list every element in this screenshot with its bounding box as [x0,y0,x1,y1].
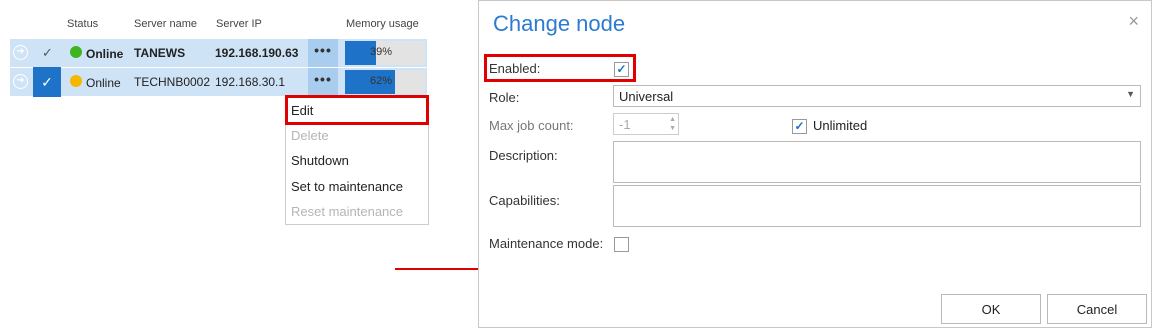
header-status[interactable]: Status [67,18,98,30]
table-row[interactable]: ➜ ✓ Online TECHNB0002 192.168.30.1 ••• 6… [10,67,427,97]
maintenance-mode-checkbox[interactable] [614,237,629,252]
description-field[interactable] [613,141,1141,183]
menu-item-reset-maintenance: Reset maintenance [291,204,404,219]
spinner-icon: ▲ ▼ [669,116,676,132]
max-job-count-value: -1 [619,117,631,132]
status-dot-icon [70,46,82,58]
change-node-dialog: Change node × Enabled: ✓ Role: Universal… [478,0,1152,328]
dialog-title: Change node [493,11,626,36]
row-checkbox[interactable]: ✓ [42,45,53,61]
max-job-count-label: Max job count: [489,118,574,133]
status-text: Online [86,76,121,90]
more-actions-button[interactable]: ••• [308,39,338,67]
cancel-button[interactable]: Cancel [1047,294,1147,324]
memory-usage-label: 62% [369,75,393,87]
edit-highlight-box [285,95,429,125]
server-ip: 192.168.30.1 [215,75,286,89]
server-name: TECHNB0002 [134,75,211,89]
role-select[interactable]: Universal ▼ [613,85,1141,107]
more-actions-button[interactable]: ••• [308,68,338,96]
memory-usage-bar: 62% [345,70,425,94]
menu-item-shutdown[interactable]: Shutdown [291,153,349,168]
row-expand-icon[interactable]: ➜ [13,74,28,89]
enabled-highlight-box [484,54,636,82]
chevron-down-icon: ▼ [1126,89,1135,99]
role-label: Role: [489,90,520,105]
ok-button[interactable]: OK [941,294,1041,324]
header-memory-usage[interactable]: Memory usage [346,18,419,30]
maintenance-mode-label: Maintenance mode: [489,236,604,251]
menu-item-delete: Delete [291,128,329,143]
capabilities-label: Capabilities: [489,193,560,208]
header-server-ip[interactable]: Server IP [216,18,262,30]
row-checkbox-selected[interactable]: ✓ [33,67,61,97]
table-row[interactable]: ➜ ✓ Online TANEWS 192.168.190.63 ••• 39% [10,39,427,67]
unlimited-label: Unlimited [813,118,868,133]
row-expand-icon[interactable]: ➜ [13,45,28,60]
server-ip: 192.168.190.63 [215,46,299,60]
description-label: Description: [489,148,558,163]
close-icon[interactable]: × [1128,11,1139,32]
capabilities-field[interactable] [613,185,1141,227]
role-value: Universal [619,89,674,104]
menu-item-set-maintenance[interactable]: Set to maintenance [291,179,403,194]
memory-usage-bar: 39% [345,41,425,65]
server-name: TANEWS [134,46,186,60]
unlimited-checkbox[interactable]: ✓ [792,119,807,134]
memory-usage-label: 39% [369,46,393,58]
max-job-count-stepper: -1 ▲ ▼ [613,113,679,135]
header-server-name[interactable]: Server name [134,18,197,30]
status-dot-icon [70,75,82,87]
status-text: Online [86,47,124,61]
